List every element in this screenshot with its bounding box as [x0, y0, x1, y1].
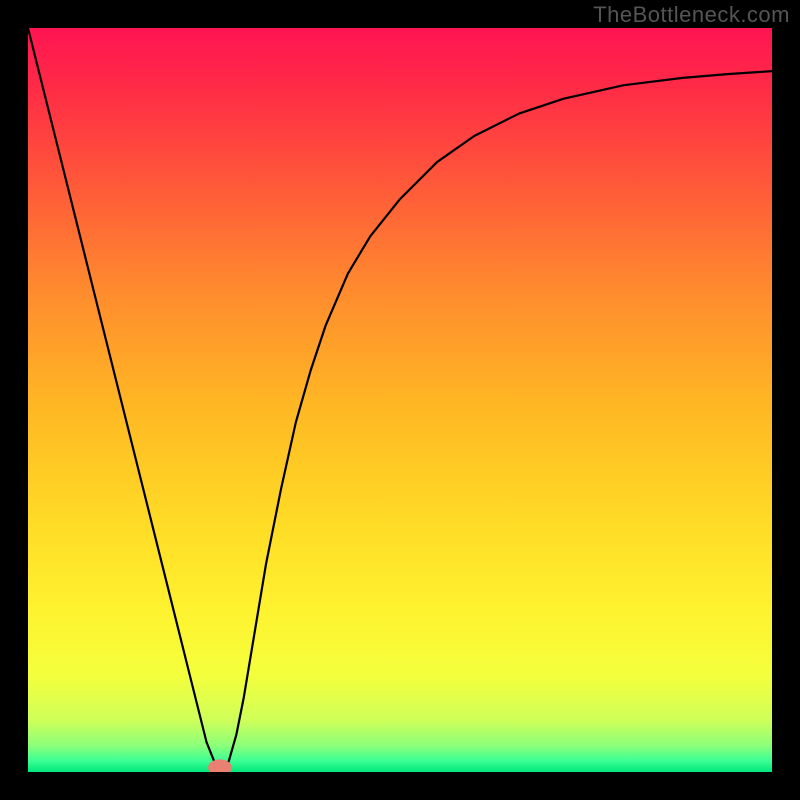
- plot-area: [28, 28, 772, 772]
- chart-svg: [28, 28, 772, 772]
- chart-container: TheBottleneck.com: [0, 0, 800, 800]
- watermark-label: TheBottleneck.com: [593, 2, 790, 28]
- gradient-background: [28, 28, 772, 772]
